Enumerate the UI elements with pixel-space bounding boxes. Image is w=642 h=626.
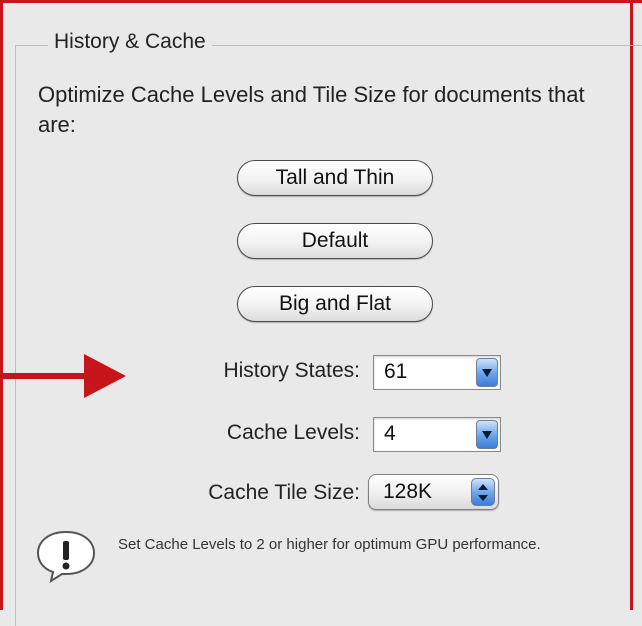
big-and-flat-button[interactable]: Big and Flat xyxy=(237,286,433,322)
history-states-dropdown-button[interactable] xyxy=(476,358,498,387)
history-states-value[interactable]: 61 xyxy=(384,360,407,384)
gpu-notice-text: Set Cache Levels to 2 or higher for opti… xyxy=(118,536,541,553)
group-title: History & Cache xyxy=(48,30,212,54)
chevron-down-icon xyxy=(482,431,492,439)
cache-levels-combobox[interactable]: 4 xyxy=(373,417,501,452)
history-states-combobox[interactable]: 61 xyxy=(373,355,501,390)
cache-levels-dropdown-button[interactable] xyxy=(476,420,498,449)
chevron-down-icon xyxy=(482,369,492,377)
red-arrow-icon xyxy=(0,354,126,398)
cache-tile-size-label: Cache Tile Size: xyxy=(208,481,360,504)
exclamation-icon xyxy=(36,530,96,584)
cache-tile-size-popup[interactable]: 128K xyxy=(368,474,499,510)
cache-levels-value[interactable]: 4 xyxy=(384,422,396,446)
default-button[interactable]: Default xyxy=(237,223,433,259)
tall-and-thin-button[interactable]: Tall and Thin xyxy=(237,160,433,196)
up-down-arrows-icon xyxy=(471,478,495,506)
history-states-label: History States: xyxy=(223,359,360,382)
optimize-description: Optimize Cache Levels and Tile Size for … xyxy=(38,82,585,137)
cache-levels-label: Cache Levels: xyxy=(226,421,360,444)
cache-tile-size-value: 128K xyxy=(383,480,433,503)
